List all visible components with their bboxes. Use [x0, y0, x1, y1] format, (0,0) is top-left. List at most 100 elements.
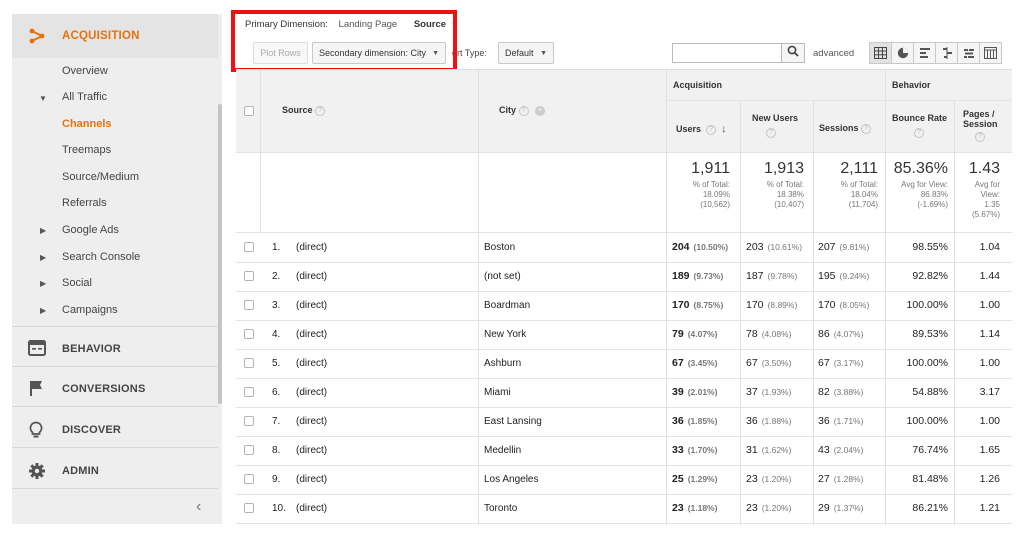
source-cell[interactable]: (direct)	[296, 300, 327, 311]
nav-referrals[interactable]: Referrals	[62, 197, 107, 209]
table-row[interactable]: 8. (direct) Medellin 33 (1.70%) 31 (1.62%) 43 (2…	[236, 436, 1012, 466]
table-row[interactable]: 4. (direct) New York 79 (4.07%) 78 (4.08%) 86 (4…	[236, 320, 1012, 350]
nav-source-medium[interactable]: Source/Medium	[62, 171, 139, 183]
pages-session-header-line2[interactable]: Session	[963, 119, 998, 129]
search-input[interactable]	[672, 43, 782, 63]
table-view-icon[interactable]	[869, 42, 892, 64]
city-cell[interactable]: Los Angeles	[484, 474, 539, 485]
total-line: View:	[980, 190, 1000, 199]
city-cell[interactable]: Toronto	[484, 503, 517, 514]
row-checkbox[interactable]	[244, 300, 254, 310]
users-value: 67	[672, 357, 684, 369]
performance-view-icon[interactable]	[913, 42, 936, 64]
sort-descending-icon[interactable]: ↓	[721, 123, 727, 135]
nav-channels[interactable]: Channels	[62, 118, 112, 130]
table-row[interactable]: 7. (direct) East Lansing 36 (1.85%) 36 (1.88%)…	[236, 407, 1012, 437]
source-cell[interactable]: (direct)	[296, 445, 327, 456]
acquisition-group-header: Acquisition	[673, 80, 722, 90]
source-cell[interactable]: (direct)	[296, 503, 327, 514]
users-cell: 170 (8.75%)	[672, 299, 723, 311]
new-users-column-header[interactable]: New Users	[752, 113, 798, 123]
sort-type-dropdown[interactable]: Default ▼	[498, 42, 554, 64]
nav-acquisition[interactable]: ACQUISITION	[12, 14, 218, 58]
row-checkbox[interactable]	[244, 503, 254, 513]
new-users-percent: (3.50%)	[761, 358, 792, 368]
row-checkbox[interactable]	[244, 445, 254, 455]
nav-social[interactable]: Social	[62, 277, 92, 289]
source-cell[interactable]: (direct)	[296, 271, 327, 282]
row-checkbox[interactable]	[244, 358, 254, 368]
row-checkbox[interactable]	[244, 387, 254, 397]
select-all-checkbox[interactable]	[244, 106, 254, 116]
table-row[interactable]: 6. (direct) Miami 39 (2.01%) 37 (1.93%) 82 (3.88…	[236, 378, 1012, 408]
sessions-percent: (1.71%)	[833, 416, 864, 426]
row-checkbox[interactable]	[244, 329, 254, 339]
nav-behavior[interactable]: BEHAVIOR	[12, 328, 218, 368]
term-cloud-view-icon[interactable]	[957, 42, 980, 64]
nav-admin[interactable]: ADMIN	[12, 450, 218, 490]
collapsed-arrow-icon[interactable]: ▶	[40, 226, 46, 235]
remove-dimension-icon[interactable]: ×	[535, 105, 546, 116]
row-checkbox[interactable]	[244, 242, 254, 252]
city-column-header[interactable]: City ? ×	[499, 105, 546, 116]
nav-treemaps[interactable]: Treemaps	[62, 144, 111, 156]
city-cell[interactable]: (not set)	[484, 271, 521, 282]
source-cell[interactable]: (direct)	[296, 387, 327, 398]
help-icon[interactable]: ?	[518, 105, 529, 116]
help-icon[interactable]: ?	[914, 128, 924, 138]
source-cell[interactable]: (direct)	[296, 242, 327, 253]
city-cell[interactable]: New York	[484, 329, 526, 340]
collapsed-arrow-icon[interactable]: ▶	[40, 279, 46, 288]
table-row[interactable]: 2. (direct) (not set) 189 (9.73%) 187 (9.78%) 1…	[236, 262, 1012, 292]
pivot-view-icon[interactable]	[979, 42, 1002, 64]
table-row[interactable]: 3. (direct) Boardman 170 (8.75%) 170 (8.89%) 17…	[236, 291, 1012, 321]
total-line: (5.67%)	[971, 210, 1000, 219]
pie-view-icon[interactable]	[891, 42, 914, 64]
total-pages-session: 1.43	[968, 160, 1000, 177]
bounce-rate-column-header[interactable]: Bounce Rate	[892, 113, 947, 123]
table-row[interactable]: 5. (direct) Ashburn 67 (3.45%) 67 (3.50%) 67 (3.…	[236, 349, 1012, 379]
search-button[interactable]	[782, 43, 805, 63]
city-cell[interactable]: Ashburn	[484, 358, 521, 369]
table-row[interactable]: 10. (direct) Toronto 23 (1.18%) 23 (1.20%) 29 (1…	[236, 494, 1012, 524]
nav-discover[interactable]: DISCOVER	[12, 409, 218, 449]
source-cell[interactable]: (direct)	[296, 358, 327, 369]
row-checkbox[interactable]	[244, 416, 254, 426]
comparison-view-icon[interactable]	[935, 42, 958, 64]
collapsed-arrow-icon[interactable]: ▶	[40, 306, 46, 315]
source-cell[interactable]: (direct)	[296, 416, 327, 427]
table-row[interactable]: 9. (direct) Los Angeles 25 (1.29%) 23 (1.20%) 2…	[236, 465, 1012, 495]
pages-session-header-line1[interactable]: Pages /	[963, 109, 995, 119]
nav-google-ads[interactable]: Google Ads	[62, 224, 119, 236]
source-cell[interactable]: (direct)	[296, 474, 327, 485]
city-cell[interactable]: Miami	[484, 387, 511, 398]
sessions-value: 195	[818, 270, 836, 282]
nav-conversions[interactable]: CONVERSIONS	[12, 368, 218, 408]
source-column-header[interactable]: Source ?	[282, 105, 326, 116]
advanced-filter-link[interactable]: advanced	[813, 48, 854, 59]
city-cell[interactable]: Medellin	[484, 445, 521, 456]
users-column-header[interactable]: Users ? ↓	[676, 123, 727, 135]
help-icon[interactable]: ?	[975, 132, 985, 142]
help-icon[interactable]: ?	[766, 128, 776, 138]
help-icon[interactable]: ?	[315, 105, 326, 116]
expanded-arrow-icon[interactable]: ▼	[39, 94, 47, 103]
city-cell[interactable]: Boston	[484, 242, 515, 253]
source-cell[interactable]: (direct)	[296, 329, 327, 340]
city-cell[interactable]: Boardman	[484, 300, 530, 311]
nav-overview[interactable]: Overview	[62, 65, 108, 77]
nav-all-traffic[interactable]: All Traffic	[62, 91, 107, 103]
help-icon[interactable]: ?	[706, 124, 717, 135]
collapse-sidebar-icon[interactable]: ‹	[196, 498, 201, 516]
row-checkbox[interactable]	[244, 271, 254, 281]
sessions-column-header[interactable]: Sessions ?	[819, 123, 872, 134]
row-checkbox[interactable]	[244, 474, 254, 484]
collapsed-arrow-icon[interactable]: ▶	[40, 253, 46, 262]
sessions-cell: 43 (2.04%)	[818, 444, 863, 456]
table-row[interactable]: 1. (direct) Boston 204 (10.50%) 203 (10.61%) 20…	[236, 233, 1012, 263]
sidebar-scrollbar[interactable]	[218, 104, 222, 404]
help-icon[interactable]: ?	[861, 123, 872, 134]
nav-campaigns[interactable]: Campaigns	[62, 304, 118, 316]
nav-search-console[interactable]: Search Console	[62, 251, 140, 263]
city-cell[interactable]: East Lansing	[484, 416, 542, 427]
